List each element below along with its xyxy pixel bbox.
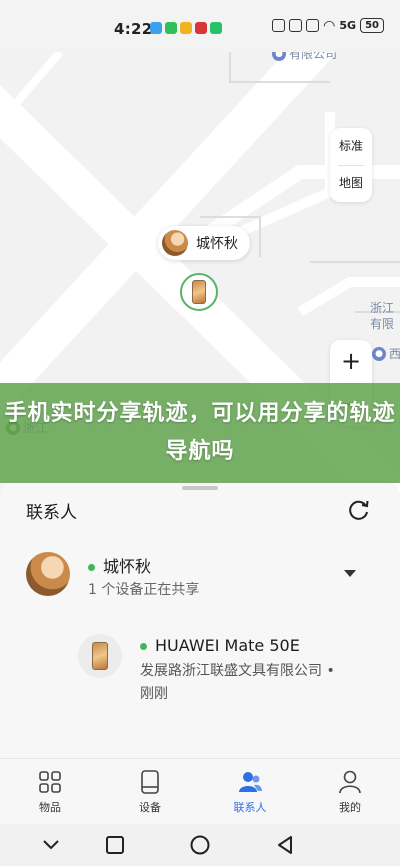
bottom-tab-bar: 物品 设备 联系人 我的 <box>0 758 400 825</box>
recents-square-icon[interactable] <box>104 834 126 856</box>
avatar <box>162 230 188 256</box>
home-circle-icon[interactable] <box>189 834 211 856</box>
app-notification-icon <box>165 22 177 34</box>
bubble-name: 城怀秋 <box>196 236 238 252</box>
contact-location-bubble[interactable]: 城怀秋 <box>158 226 250 260</box>
poi-west[interactable]: ● 西 <box>372 346 400 362</box>
back-triangle-icon[interactable] <box>274 834 296 856</box>
contact-name: 城怀秋 <box>88 553 151 577</box>
tab-label: 物品 <box>39 801 61 814</box>
phone-icon <box>192 280 206 304</box>
online-status-icon <box>140 643 147 650</box>
system-nav-bar <box>0 824 400 866</box>
device-name: HUAWEI Mate 50E <box>140 636 300 655</box>
poi-zhejiang-right[interactable]: 浙江 有限 <box>370 300 394 332</box>
device-phone-icon <box>141 770 159 794</box>
status-bar: 4:22 ◠ 5G 50 <box>0 0 400 52</box>
location-pin-icon: ● <box>272 52 286 61</box>
avatar <box>26 552 70 596</box>
online-status-icon <box>88 564 95 571</box>
silent-icon <box>289 19 303 32</box>
chevron-down-icon[interactable] <box>40 834 62 856</box>
map-type-standard[interactable]: 标准 <box>330 128 372 165</box>
app-notification-icon <box>150 22 162 34</box>
zoom-in-button[interactable]: + <box>330 340 372 383</box>
contact-row[interactable]: 城怀秋 1 个设备正在共享 <box>26 552 376 602</box>
wifi-icon: ◠ <box>323 17 336 34</box>
status-indicators: ◠ 5G 50 <box>272 18 384 33</box>
poi-company-top[interactable]: ● 有限公司 <box>272 52 337 62</box>
contacts-sheet: 联系人 城怀秋 1 个设备正在共享 HUAWEI Mate 50E 发展路浙江联… <box>0 480 400 758</box>
app-notification-icon <box>195 22 207 34</box>
drag-handle[interactable] <box>182 486 218 490</box>
app-notification-icon <box>180 22 192 34</box>
contacts-icon <box>239 772 262 792</box>
notification-icons <box>150 22 222 34</box>
profile-icon <box>339 770 361 794</box>
headline-text: 手机实时分享轨迹，可以用分享的轨迹导航吗 <box>4 401 396 464</box>
status-time: 4:22 <box>114 20 153 38</box>
device-thumbnail <box>78 634 122 678</box>
map-type-switcher: 标准 地图 <box>330 128 372 202</box>
tab-mine[interactable]: 我的 <box>300 759 400 825</box>
tab-label: 设备 <box>139 801 161 814</box>
alarm-icon <box>306 19 320 32</box>
cellular-signal-icon: 5G <box>339 19 357 32</box>
tab-devices[interactable]: 设备 <box>100 759 200 825</box>
map-type-satellite[interactable]: 地图 <box>330 165 372 202</box>
location-pin-icon: ● <box>372 347 386 361</box>
app-notification-icon <box>210 22 222 34</box>
refresh-icon[interactable] <box>346 497 372 523</box>
device-location-marker[interactable] <box>180 273 218 311</box>
items-grid-icon <box>39 771 61 793</box>
nfc-icon <box>272 19 286 32</box>
tab-label: 联系人 <box>233 801 267 814</box>
phone-icon <box>92 642 108 670</box>
headline-banner: 手机实时分享轨迹，可以用分享的轨迹导航吗 <box>0 383 400 483</box>
contact-sharing-status: 1 个设备正在共享 <box>88 582 200 598</box>
chevron-down-icon[interactable] <box>344 570 356 577</box>
tab-items[interactable]: 物品 <box>0 759 100 825</box>
device-address: 发展路浙江联盛文具有限公司 • 刚刚 <box>140 663 335 702</box>
sheet-title: 联系人 <box>26 503 77 523</box>
tab-contacts[interactable]: 联系人 <box>200 759 300 825</box>
battery-icon: 50 <box>360 18 384 33</box>
tab-label: 我的 <box>339 801 361 814</box>
